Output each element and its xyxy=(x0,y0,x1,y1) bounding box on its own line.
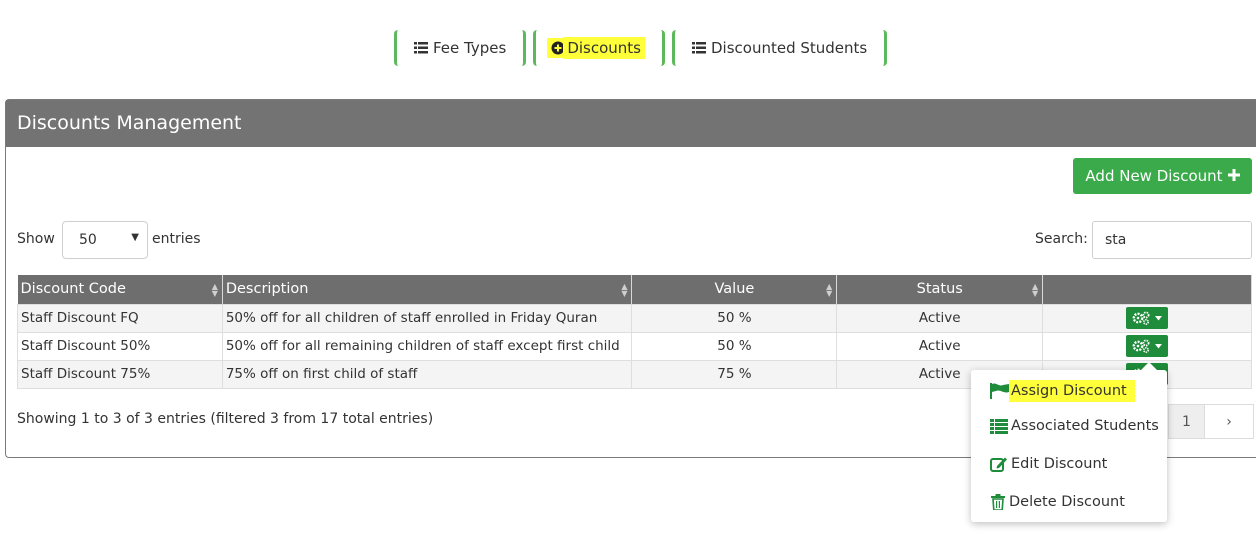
list-icon xyxy=(691,42,706,54)
entries-length-select[interactable]: 50 ▼ xyxy=(62,221,148,259)
header-description[interactable]: Description ▲ ▼ xyxy=(222,275,633,304)
pagination: 1 › xyxy=(1168,404,1254,439)
caret-down-icon xyxy=(1155,315,1163,320)
gears-icon xyxy=(1132,311,1150,325)
menu-item-delete-discount[interactable]: Delete Discount xyxy=(990,494,1125,510)
header-discount-code[interactable]: Discount Code ▲ ▼ xyxy=(17,275,223,304)
menu-item-label: Delete Discount xyxy=(1009,494,1125,510)
actions-dropdown-button[interactable] xyxy=(1126,307,1169,329)
caret-down-icon xyxy=(1155,343,1163,348)
menu-item-label: Associated Students xyxy=(1011,418,1159,434)
header-value[interactable]: Value ▲ ▼ xyxy=(631,275,838,304)
plus-icon xyxy=(1227,167,1240,185)
list-icon xyxy=(990,418,1008,434)
cell-code: Staff Discount 50% xyxy=(17,331,223,361)
table-header-row: Discount Code ▲ ▼ Description ▲ ▼ Value ▲ ▼ St… xyxy=(17,275,1252,304)
search-input[interactable] xyxy=(1092,221,1252,259)
discount-nav-tabs: Fee Types Discounts Discounted Students xyxy=(394,30,888,66)
tab-discounted-students[interactable]: Discounted Students xyxy=(671,30,888,66)
entries-length-value: 50 xyxy=(79,232,97,248)
cell-actions xyxy=(1042,331,1252,361)
panel-title: Discounts Management xyxy=(6,100,1256,147)
tab-discounted-students-label: Discounted Students xyxy=(710,39,868,57)
show-label: Show xyxy=(17,231,55,247)
cell-value: 50 % xyxy=(631,331,838,361)
trash-icon xyxy=(990,494,1006,510)
menu-item-edit-discount[interactable]: Edit Discount xyxy=(990,456,1107,472)
tab-discounts-label: Discounts xyxy=(563,37,645,59)
sort-icon: ▲ ▼ xyxy=(211,282,218,298)
sort-icon: ▲ ▼ xyxy=(826,282,833,298)
table-row: Staff Discount 50% 50% off for all remai… xyxy=(17,331,1252,361)
entries-label: entries xyxy=(152,231,201,247)
sort-icon: ▲ ▼ xyxy=(1031,282,1039,298)
add-new-discount-label: Add New Discount xyxy=(1085,167,1223,185)
menu-item-label: Assign Discount xyxy=(1009,380,1135,402)
list-icon xyxy=(414,42,428,54)
cell-value: 50 % xyxy=(631,303,838,333)
tab-discounts[interactable]: Discounts xyxy=(533,30,665,66)
search-label: Search: xyxy=(1035,231,1088,247)
tab-fee-types-label: Fee Types xyxy=(433,39,507,57)
menu-item-label: Edit Discount xyxy=(1011,456,1108,472)
edit-icon xyxy=(990,456,1008,472)
actions-dropdown-button[interactable] xyxy=(1126,335,1169,357)
cell-description: 75% off on first child of staff xyxy=(221,359,633,389)
gears-icon xyxy=(1132,339,1150,353)
header-actions xyxy=(1042,275,1252,304)
flag-icon xyxy=(990,383,1010,399)
cell-value: 75 % xyxy=(631,359,838,389)
cell-actions xyxy=(1042,303,1252,333)
cell-status: Active xyxy=(836,331,1044,361)
add-new-discount-button[interactable]: Add New Discount xyxy=(1073,158,1252,194)
header-status[interactable]: Status ▲ ▼ xyxy=(836,275,1044,304)
menu-item-associated-students[interactable]: Associated Students xyxy=(990,418,1159,434)
cell-code: Staff Discount 75% xyxy=(17,359,223,389)
cell-description: 50% off for all children of staff enroll… xyxy=(221,303,633,333)
tab-fee-types[interactable]: Fee Types xyxy=(394,30,527,66)
actions-dropdown-menu: Assign Discount Associated Students Edit… xyxy=(971,362,1167,522)
cell-status: Active xyxy=(836,303,1044,333)
cell-description: 50% off for all remaining children of st… xyxy=(221,331,633,361)
page-1-button[interactable]: 1 xyxy=(1168,404,1204,439)
table-info: Showing 1 to 3 of 3 entries (filtered 3 … xyxy=(17,411,434,427)
caret-down-icon: ▼ xyxy=(131,232,139,243)
menu-item-assign-discount[interactable]: Assign Discount xyxy=(990,380,1135,402)
cell-code: Staff Discount FQ xyxy=(17,303,223,333)
sort-icon: ▲ ▼ xyxy=(621,282,628,298)
next-page-button[interactable]: › xyxy=(1204,404,1254,439)
table-row: Staff Discount FQ 50% off for all childr… xyxy=(17,303,1252,333)
